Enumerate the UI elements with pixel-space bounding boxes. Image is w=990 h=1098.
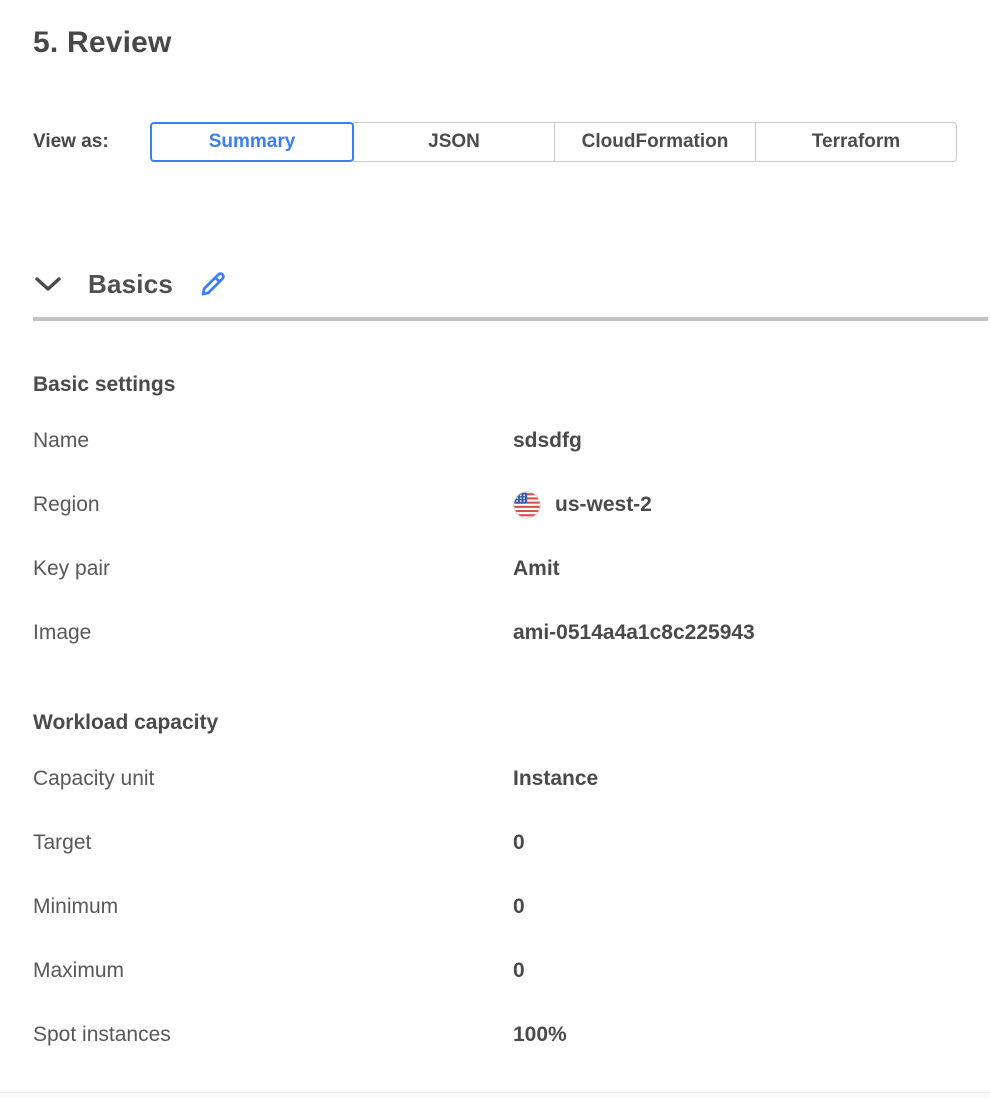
tab-terraform[interactable]: Terraform: [755, 122, 957, 162]
row-label: Capacity unit: [33, 767, 513, 791]
row-value: us-west-2: [513, 491, 652, 519]
workload-capacity-group: Workload capacity Capacity unit Instance…: [33, 709, 957, 1067]
row-value: sdsdfg: [513, 429, 582, 453]
group-heading-basic-settings: Basic settings: [33, 371, 957, 399]
summary-row-image: Image ami-0514a4a1c8c225943: [33, 601, 957, 665]
page-title: 5. Review: [33, 26, 957, 60]
summary-row-minimum: Minimum 0: [33, 875, 957, 939]
row-value: 0: [513, 959, 525, 983]
row-label: Target: [33, 831, 513, 855]
us-flag-icon: [513, 491, 541, 519]
row-value: 100%: [513, 1023, 567, 1047]
row-label: Name: [33, 429, 513, 453]
basic-settings-group: Basic settings Name sdsdfg Region: [33, 371, 957, 665]
bottom-section-divider: [0, 1092, 990, 1098]
summary-row-capacity-unit: Capacity unit Instance: [33, 747, 957, 811]
tab-json[interactable]: JSON: [353, 122, 555, 162]
summary-row-maximum: Maximum 0: [33, 939, 957, 1003]
row-value: ami-0514a4a1c8c225943: [513, 621, 755, 645]
row-label: Spot instances: [33, 1023, 513, 1047]
row-label: Maximum: [33, 959, 513, 983]
view-as-label: View as:: [33, 131, 150, 153]
summary-row-spot-instances: Spot instances 100%: [33, 1003, 957, 1067]
row-value: 0: [513, 895, 525, 919]
section-divider: [33, 317, 988, 321]
region-value-text: us-west-2: [555, 493, 652, 517]
tab-summary[interactable]: Summary: [150, 122, 354, 162]
chevron-down-icon[interactable]: [33, 273, 63, 295]
view-as-tab-group: Summary JSON CloudFormation Terraform: [150, 122, 957, 162]
row-value: Amit: [513, 557, 560, 581]
basics-section-title: Basics: [88, 269, 173, 300]
row-value: Instance: [513, 767, 598, 791]
view-as-row: View as: Summary JSON CloudFormation Ter…: [33, 122, 957, 162]
summary-row-target: Target 0: [33, 811, 957, 875]
summary-row-name: Name sdsdfg: [33, 409, 957, 473]
tab-cloudformation[interactable]: CloudFormation: [554, 122, 756, 162]
row-value: 0: [513, 831, 525, 855]
row-label: Minimum: [33, 895, 513, 919]
row-label: Key pair: [33, 557, 513, 581]
pencil-icon[interactable]: [197, 269, 228, 300]
review-step-page: 5. Review View as: Summary JSON CloudFor…: [0, 0, 990, 1098]
group-heading-workload-capacity: Workload capacity: [33, 709, 957, 737]
summary-row-region: Region: [33, 473, 957, 537]
row-label: Image: [33, 621, 513, 645]
basics-section-header: Basics: [33, 266, 957, 302]
row-label: Region: [33, 493, 513, 517]
summary-row-keypair: Key pair Amit: [33, 537, 957, 601]
